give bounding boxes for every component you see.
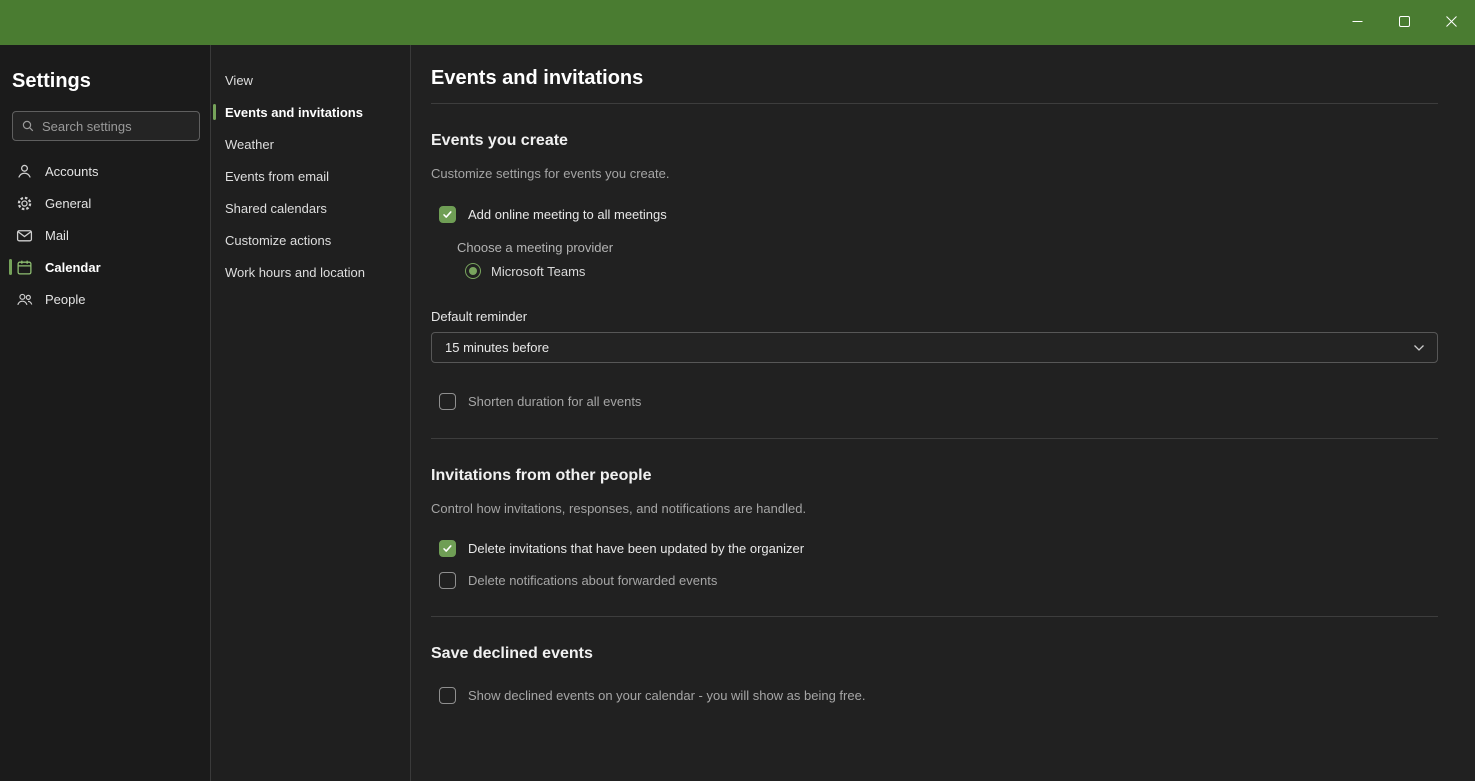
subnav-item-events-from-email[interactable]: Events from email <box>211 160 410 192</box>
subnav-item-shared-calendars[interactable]: Shared calendars <box>211 192 410 224</box>
minimize-icon <box>1352 15 1363 30</box>
sidebar-item-calendar[interactable]: Calendar <box>9 251 200 283</box>
settings-sidebar: Settings Accounts Gene <box>0 45 211 781</box>
search-icon <box>21 119 35 133</box>
section-description: Control how invitations, responses, and … <box>431 501 807 516</box>
section-divider <box>431 616 1438 617</box>
show-declined-events-label[interactable]: Show declined events on your calendar - … <box>468 688 865 703</box>
subnav-item-customize-actions[interactable]: Customize actions <box>211 224 410 256</box>
close-icon <box>1446 15 1457 30</box>
settings-category-nav: Accounts General Mail Calendar People <box>9 155 200 315</box>
delete-forwarded-notifications-row: Delete notifications about forwarded eve… <box>439 571 1438 589</box>
sidebar-item-people[interactable]: People <box>12 283 200 315</box>
sidebar-item-label: General <box>45 195 92 211</box>
title-bar <box>0 0 1475 45</box>
person-icon <box>16 163 33 180</box>
radio-dot <box>469 267 477 275</box>
checkmark-icon <box>442 209 453 220</box>
sidebar-item-mail[interactable]: Mail <box>12 219 200 251</box>
settings-title: Settings <box>12 70 91 92</box>
default-reminder-select[interactable]: 15 minutes before <box>431 332 1438 363</box>
settings-body: Settings Accounts Gene <box>0 45 1475 781</box>
subnav-item-work-hours-and-location[interactable]: Work hours and location <box>211 256 410 288</box>
microsoft-teams-radio[interactable] <box>465 263 481 279</box>
sidebar-item-label: People <box>45 291 86 307</box>
default-reminder-value: 15 minutes before <box>445 340 550 355</box>
minimize-button[interactable] <box>1334 0 1381 45</box>
section-heading: Invitations from other people <box>431 467 652 484</box>
people-icon <box>16 291 33 308</box>
choose-provider-label: Choose a meeting provider <box>457 240 614 255</box>
microsoft-teams-label[interactable]: Microsoft Teams <box>491 264 585 279</box>
close-button[interactable] <box>1428 0 1475 45</box>
section-invitations-from-other-people: Invitations from other people Control ho… <box>431 465 1438 589</box>
subnav-item-events-and-invitations[interactable]: Events and invitations <box>211 96 410 128</box>
settings-main-panel: Events and invitations Events you create… <box>411 45 1475 781</box>
calendar-settings-subnav: View Events and invitations Weather Even… <box>211 45 411 781</box>
default-reminder-label: Default reminder <box>431 309 528 324</box>
settings-window: Settings Accounts Gene <box>0 0 1475 781</box>
delete-updated-invitations-row: Delete invitations that have been update… <box>439 539 1438 557</box>
add-online-meeting-label[interactable]: Add online meeting to all meetings <box>468 207 667 222</box>
search-settings-box <box>12 111 200 141</box>
checkmark-icon <box>442 543 453 554</box>
shorten-duration-checkbox[interactable] <box>439 392 456 410</box>
page-title: Events and invitations <box>431 67 644 89</box>
subnav-item-view[interactable]: View <box>211 64 410 96</box>
maximize-icon <box>1399 15 1410 30</box>
maximize-button[interactable] <box>1381 0 1428 45</box>
section-heading: Events you create <box>431 132 568 149</box>
sidebar-item-general[interactable]: General <box>12 187 200 219</box>
add-online-meeting-checkbox[interactable] <box>439 205 456 223</box>
add-online-meeting-row: Add online meeting to all meetings <box>439 205 1438 223</box>
show-declined-events-row: Show declined events on your calendar - … <box>439 686 1438 704</box>
shorten-duration-label[interactable]: Shorten duration for all events <box>468 394 641 409</box>
delete-forwarded-notifications-checkbox[interactable] <box>439 571 456 589</box>
subnav-item-weather[interactable]: Weather <box>211 128 410 160</box>
sidebar-item-label: Mail <box>45 227 69 243</box>
chevron-down-icon <box>1413 344 1425 352</box>
section-divider <box>431 438 1438 439</box>
show-declined-events-checkbox[interactable] <box>439 686 456 704</box>
section-events-you-create: Events you create Customize settings for… <box>431 130 1438 410</box>
section-description: Customize settings for events you create… <box>431 166 670 181</box>
section-save-declined-events: Save declined events Show declined event… <box>431 643 1438 704</box>
delete-updated-invitations-checkbox[interactable] <box>439 539 456 557</box>
header-divider <box>431 103 1438 104</box>
gear-icon <box>16 195 33 212</box>
section-heading: Save declined events <box>431 645 593 662</box>
microsoft-teams-radio-row: Microsoft Teams <box>465 262 1438 280</box>
search-settings-input[interactable] <box>42 118 191 134</box>
delete-forwarded-notifications-label[interactable]: Delete notifications about forwarded eve… <box>468 573 717 588</box>
calendar-icon <box>16 259 33 276</box>
sidebar-item-label: Calendar <box>45 259 101 275</box>
mail-icon <box>16 227 33 244</box>
sidebar-item-label: Accounts <box>45 163 99 179</box>
sidebar-item-accounts[interactable]: Accounts <box>12 155 200 187</box>
shorten-duration-row: Shorten duration for all events <box>439 392 1438 410</box>
delete-updated-invitations-label[interactable]: Delete invitations that have been update… <box>468 541 804 556</box>
